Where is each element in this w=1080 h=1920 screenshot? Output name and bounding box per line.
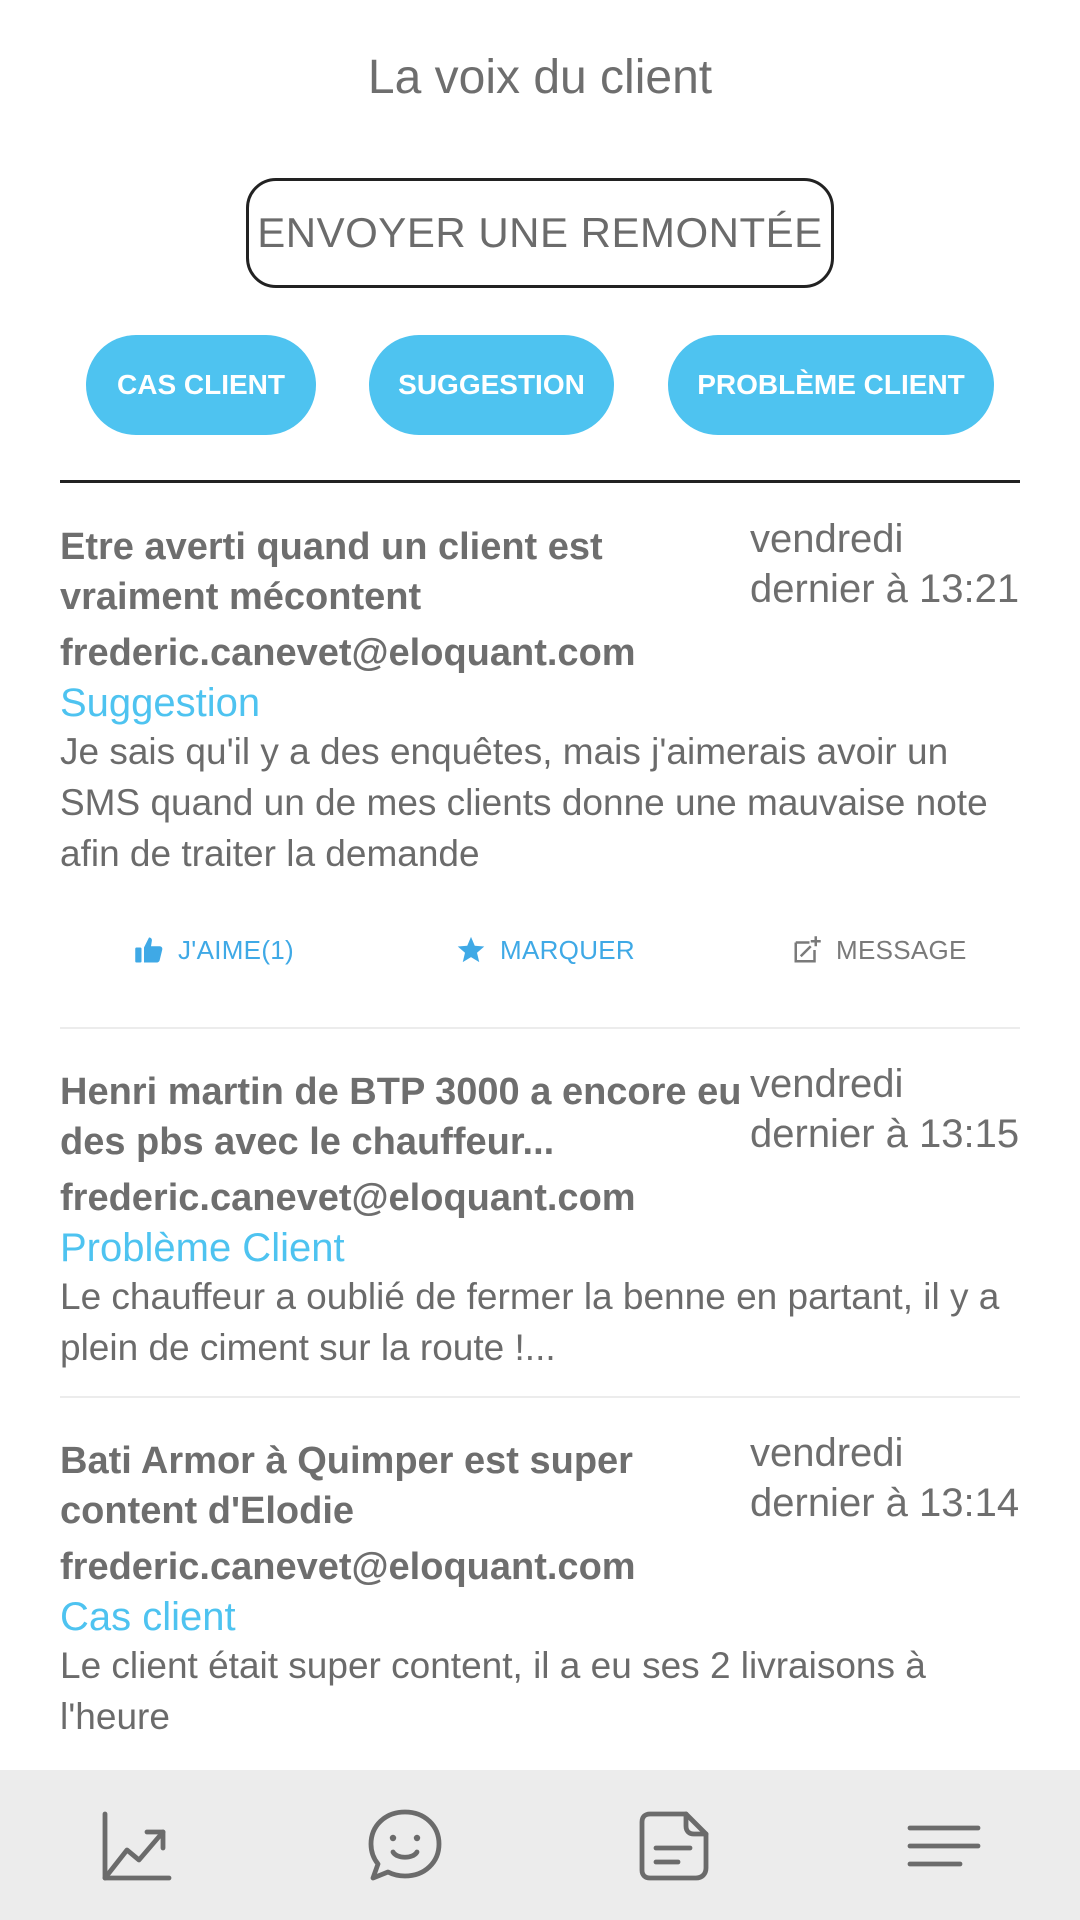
item-category: Problème Client <box>60 1226 345 1270</box>
item-body: Je sais qu'il y a des enquêtes, mais j'a… <box>60 731 988 874</box>
item-date: vendredi dernier à 13:14 <box>750 1431 1020 1525</box>
like-button[interactable]: J'AIME(1) <box>134 920 294 980</box>
star-icon <box>457 936 485 963</box>
item-category: Suggestion <box>60 681 261 725</box>
item-author-email: frederic.canevet@eloquant.com <box>60 632 636 674</box>
filter-probleme-client[interactable]: PROBLÈME CLIENT <box>668 335 994 435</box>
item-date: vendredi dernier à 13:15 <box>750 1062 1020 1156</box>
compose-message-icon <box>794 936 821 963</box>
feed-item[interactable]: Bati Armor à Quimper est super content d… <box>60 1431 1020 1756</box>
message-label: MESSAGE <box>836 934 967 965</box>
filter-suggestion[interactable]: SUGGESTION <box>369 335 614 435</box>
item-actions: J'AIME(1) MARQUER MESSAGE <box>0 920 1080 980</box>
nav-feedback[interactable] <box>363 1804 447 1888</box>
thumbs-up-icon <box>135 937 163 963</box>
item-author-email: frederic.canevet@eloquant.com <box>60 1546 636 1588</box>
item-divider <box>60 1027 1020 1029</box>
feed-item[interactable]: Etre averti quand un client est vraiment… <box>60 517 1020 882</box>
filter-bar: CAS CLIENT SUGGESTION PROBLÈME CLIENT <box>0 335 1080 435</box>
page-title: La voix du client <box>367 51 713 104</box>
like-label: J'AIME(1) <box>178 934 295 965</box>
item-title: Bati Armor à Quimper est super content d… <box>60 1440 633 1532</box>
nav-statistics[interactable] <box>95 1804 179 1888</box>
app-screen: La voix du client ENVOYER UNE REMONTÉE C… <box>0 0 1080 1920</box>
bottom-navigation <box>0 1770 1080 1920</box>
send-feedback-button[interactable]: ENVOYER UNE REMONTÉE <box>246 178 834 288</box>
nav-menu[interactable] <box>902 1804 986 1888</box>
menu-icon <box>907 1825 981 1867</box>
item-date: vendredi dernier à 13:21 <box>750 517 1020 611</box>
feed-item[interactable]: Henri martin de BTP 3000 a encore eu des… <box>60 1062 1020 1368</box>
message-button[interactable]: MESSAGE <box>792 920 967 980</box>
item-body: Le client était super content, il a eu s… <box>60 1645 926 1737</box>
item-title: Henri martin de BTP 3000 a encore eu des… <box>60 1071 742 1163</box>
nav-notes[interactable] <box>632 1804 716 1888</box>
note-icon <box>639 1811 709 1881</box>
chat-smile-icon <box>368 1809 442 1881</box>
item-title: Etre averti quand un client est vraiment… <box>60 526 603 618</box>
item-divider <box>60 1396 1020 1398</box>
item-body: Le chauffeur a oublié de fermer la benne… <box>60 1276 1000 1368</box>
filter-cas-client[interactable]: CAS CLIENT <box>86 335 316 435</box>
item-category: Cas client <box>60 1595 236 1639</box>
chart-trend-icon <box>102 1811 172 1881</box>
mark-label: MARQUER <box>500 934 635 965</box>
mark-button[interactable]: MARQUER <box>456 920 635 980</box>
item-author-email: frederic.canevet@eloquant.com <box>60 1177 636 1219</box>
list-header-divider <box>60 480 1020 483</box>
